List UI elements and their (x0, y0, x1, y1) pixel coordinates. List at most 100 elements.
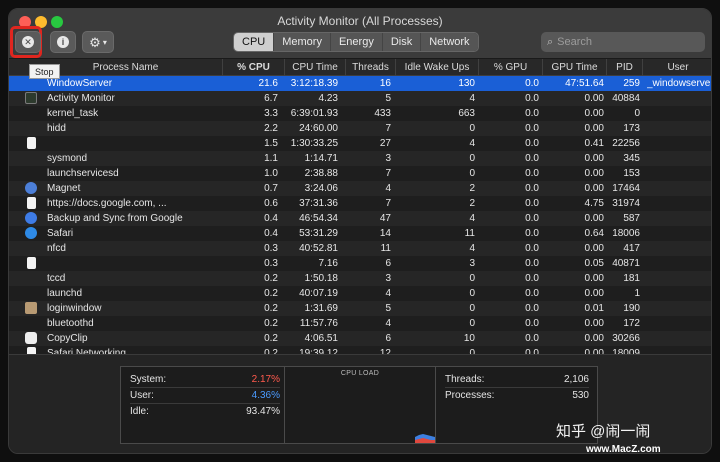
cpu-load-graph: CPU LOAD (284, 367, 436, 443)
cell-gpu: 0.0 (525, 78, 539, 89)
cell-gpu: 0.0 (525, 228, 539, 239)
cell-cpu: 1.0 (264, 168, 278, 179)
cell-user (647, 346, 711, 354)
cell-threads: 11 (380, 243, 391, 254)
tab-disk[interactable]: Disk (382, 33, 422, 51)
search-field[interactable]: ⌕ (541, 32, 705, 52)
loginwindow-icon (25, 302, 37, 314)
cell-user (647, 241, 711, 256)
table-row[interactable]: Safari 0.4 53:31.29 14 11 0.0 0.64 18006 (9, 226, 711, 241)
cell-gpu-time: 0.00 (584, 108, 604, 119)
cell-gpu: 0.0 (525, 273, 539, 284)
cell-name: Safari (47, 228, 74, 239)
table-row[interactable]: nfcd 0.3 40:52.81 11 4 0.0 0.00 417 (9, 241, 711, 256)
cell-pid: 17464 (612, 183, 640, 194)
document-icon (27, 257, 36, 269)
table-row[interactable]: hidd 2.2 24:60.00 7 0 0.0 0.00 173 (9, 121, 711, 136)
cell-cpu: 1.1 (264, 153, 278, 164)
inspect-process-button[interactable]: i (50, 31, 76, 53)
cell-user (647, 316, 711, 331)
cell-idle-wake: 0 (469, 123, 475, 134)
table-row[interactable]: CopyClip 0.2 4:06.51 6 10 0.0 0.00 30266 (9, 331, 711, 346)
tab-memory[interactable]: Memory (274, 33, 331, 51)
column-gpu[interactable]: % GPU (479, 59, 543, 76)
action-menu-button[interactable]: ⚙ ▾ (82, 31, 114, 53)
column-threads[interactable]: Threads (346, 59, 396, 76)
column-pid[interactable]: PID (607, 59, 643, 76)
cell-cpu-time: 53:31.29 (299, 228, 338, 239)
cell-cpu: 3.3 (264, 108, 278, 119)
cell-pid: 18006 (612, 228, 640, 239)
cell-cpu: 0.2 (264, 273, 278, 284)
cell-threads: 6 (385, 258, 391, 269)
cell-cpu-time: 37:31.36 (299, 198, 338, 209)
table-row[interactable]: kernel_task 3.3 6:39:01.93 433 663 0.0 0.00 0 (9, 106, 711, 121)
cpu-load-title: CPU LOAD (340, 370, 380, 377)
user-value: 4.36% (251, 390, 280, 401)
cell-idle-wake: 11 (464, 228, 475, 239)
cell-idle-wake: 2 (469, 183, 475, 194)
cell-threads: 4 (385, 288, 391, 299)
cell-pid: 30266 (612, 333, 640, 344)
tab-network[interactable]: Network (421, 33, 478, 51)
cell-name: loginwindow (47, 303, 102, 314)
column-user[interactable]: User (643, 59, 711, 76)
cell-cpu-time: 1:14.71 (304, 153, 338, 164)
cell-name: kernel_task (47, 108, 99, 119)
window-title: Activity Monitor (All Processes) (277, 14, 443, 28)
table-row[interactable]: tccd 0.2 1:50.18 3 0 0.0 0.00 181 (9, 271, 711, 286)
cell-gpu: 0.0 (525, 288, 539, 299)
table-row[interactable]: WindowServer 21.6 3:12:18.39 16 130 0.0 47:51.… (9, 76, 711, 91)
cell-threads: 4 (385, 318, 391, 329)
table-row[interactable]: launchd 0.2 40:07.19 4 0 0.0 0.00 1 (9, 286, 711, 301)
cell-cpu: 0.4 (264, 213, 278, 224)
cell-user (647, 166, 711, 181)
processes-label: Processes: (445, 390, 495, 401)
table-row[interactable]: Activity Monitor 6.7 4.23 5 4 0.0 0.00 40884 (9, 91, 711, 106)
cell-gpu: 0.0 (525, 348, 539, 354)
cell-gpu-time: 0.00 (584, 348, 604, 354)
cell-cpu-time: 1:50.18 (304, 273, 338, 284)
table-row[interactable]: Backup and Sync from Google 0.4 46:54.34 47… (9, 211, 711, 226)
tab-energy[interactable]: Energy (330, 33, 383, 51)
cell-idle-wake: 0 (469, 153, 475, 164)
cell-idle-wake: 130 (458, 78, 475, 89)
column-cpu[interactable]: % CPU (223, 59, 285, 76)
tab-cpu[interactable]: CPU (234, 33, 275, 51)
activity-monitor-window: Activity Monitor (All Processes) ✕ i ⚙ ▾… (8, 8, 712, 454)
cell-cpu: 1.5 (264, 138, 278, 149)
table-row[interactable]: loginwindow 0.2 1:31.69 5 0 0.0 0.01 190 (9, 301, 711, 316)
table-row[interactable]: sysmond 1.1 1:14.71 3 0 0.0 0.00 345 (9, 151, 711, 166)
cell-user (647, 121, 711, 136)
table-row[interactable]: Magnet 0.7 3:24.06 4 2 0.0 0.00 17464 (9, 181, 711, 196)
cell-user (647, 271, 711, 286)
cell-user (647, 106, 711, 121)
cell-threads: 4 (385, 183, 391, 194)
cell-user (647, 286, 711, 301)
column-idle-wake-ups[interactable]: Idle Wake Ups (396, 59, 479, 76)
info-icon: i (57, 36, 69, 48)
table-row[interactable]: Safari Networking 0.2 19:39.12 12 0 0.0 0.00 18… (9, 346, 711, 354)
cell-cpu: 6.7 (264, 93, 278, 104)
cpu-summary-panel: System: 2.17% User: 4.36% Idle: 93.47% C… (120, 366, 598, 444)
cell-user (647, 136, 711, 151)
table-row[interactable]: 0.3 7.16 6 3 0.0 0.05 40871 (9, 256, 711, 271)
table-row[interactable]: launchservicesd 1.0 2:38.88 7 0 0.0 0.00 153 (9, 166, 711, 181)
column-cpu-time[interactable]: CPU Time (285, 59, 346, 76)
table-header: Process Name % CPU CPU Time Threads Idle… (9, 59, 711, 76)
cell-idle-wake: 4 (469, 138, 475, 149)
gear-icon: ⚙ (89, 34, 101, 50)
column-gpu-time[interactable]: GPU Time (543, 59, 607, 76)
table-row[interactable]: bluetoothd 0.2 11:57.76 4 0 0.0 0.00 172 (9, 316, 711, 331)
search-input[interactable] (557, 36, 688, 48)
table-row[interactable]: https://docs.google.com, ... 0.6 37:31.36 7… (9, 196, 711, 211)
cell-gpu-time: 0.64 (584, 228, 604, 239)
cell-gpu-time: 0.01 (584, 303, 604, 314)
system-label: System: (130, 374, 167, 385)
stop-process-button[interactable]: ✕ (15, 31, 41, 53)
document-icon (27, 347, 36, 354)
table-row[interactable]: 1.5 1:30:33.25 27 4 0.0 0.41 22256 (9, 136, 711, 151)
cpu-usage-stats: System: 2.17% User: 4.36% Idle: 93.47% (130, 372, 280, 420)
cell-gpu-time: 0.00 (584, 288, 604, 299)
cell-gpu-time: 0.41 (584, 138, 604, 149)
